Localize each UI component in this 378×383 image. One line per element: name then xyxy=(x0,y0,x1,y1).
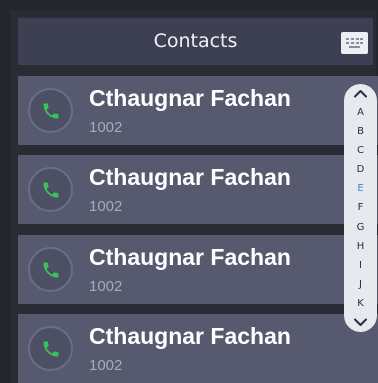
index-letter-active[interactable]: E xyxy=(344,183,377,195)
index-letter[interactable]: A xyxy=(344,107,377,119)
call-button[interactable] xyxy=(28,167,73,212)
dialpad-icon xyxy=(346,38,363,48)
alphabet-index[interactable]: A B C D E F G H I J K xyxy=(344,84,377,332)
contact-number: 1002 xyxy=(89,278,123,295)
index-letter[interactable]: H xyxy=(344,241,377,253)
contact-name: Cthaugnar Fachan xyxy=(89,323,291,349)
dialpad-button[interactable] xyxy=(341,32,368,54)
phone-icon xyxy=(43,103,59,119)
index-letter[interactable]: J xyxy=(344,279,377,291)
contact-name: Cthaugnar Fachan xyxy=(89,244,291,270)
header-bar: Contacts xyxy=(18,18,373,65)
chevron-up-icon[interactable] xyxy=(353,89,368,98)
contact-row[interactable]: Cthaugnar Fachan 1002 xyxy=(18,155,378,224)
contact-number: 1002 xyxy=(89,119,123,136)
index-letter[interactable]: D xyxy=(344,164,377,176)
call-button[interactable] xyxy=(28,326,73,371)
index-letter[interactable]: I xyxy=(344,260,377,272)
chevron-down-icon[interactable] xyxy=(353,318,368,327)
contact-row[interactable]: Cthaugnar Fachan 1002 xyxy=(18,235,378,304)
contact-name: Cthaugnar Fachan xyxy=(89,85,291,111)
index-letter[interactable]: F xyxy=(344,202,377,214)
index-letter[interactable]: K xyxy=(344,298,377,310)
contact-name: Cthaugnar Fachan xyxy=(89,164,291,190)
contact-number: 1002 xyxy=(89,198,123,215)
contact-row[interactable]: Cthaugnar Fachan 1002 xyxy=(18,76,378,145)
call-button[interactable] xyxy=(28,247,73,292)
index-letter[interactable]: G xyxy=(344,222,377,234)
call-button[interactable] xyxy=(28,88,73,133)
contact-row[interactable]: Cthaugnar Fachan 1002 xyxy=(18,314,378,383)
contact-number: 1002 xyxy=(89,357,123,374)
page-title: Contacts xyxy=(153,30,238,52)
phone-icon xyxy=(43,182,59,198)
phone-icon xyxy=(43,262,59,278)
phone-icon xyxy=(43,341,59,357)
index-letter[interactable]: B xyxy=(344,126,377,138)
index-letter[interactable]: C xyxy=(344,145,377,157)
